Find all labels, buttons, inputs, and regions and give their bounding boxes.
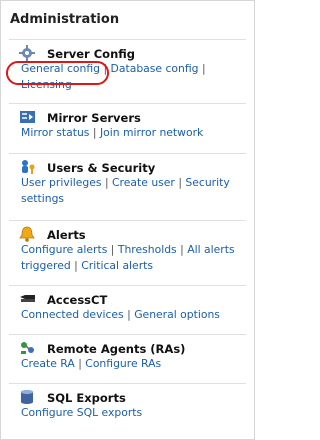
section-links: Create RA | Configure RAs xyxy=(21,356,243,372)
device-icon xyxy=(19,291,37,307)
link-general-config[interactable]: General config xyxy=(21,62,100,75)
remote-agents-icon xyxy=(19,340,37,356)
link-create-ra[interactable]: Create RA xyxy=(21,357,75,370)
link-separator: | xyxy=(104,176,109,189)
section-links: User privileges | Create user | Security… xyxy=(21,175,243,207)
mirror-servers-icon xyxy=(19,109,37,125)
section-title-sql-exports: SQL Exports xyxy=(47,391,126,405)
section-title-server-config: Server Config xyxy=(47,47,136,61)
section-links: Configure SQL exports xyxy=(21,405,243,421)
link-configure-ras[interactable]: Configure RAs xyxy=(85,357,161,370)
section-title-alerts: Alerts xyxy=(47,228,86,242)
link-configure-alerts[interactable]: Configure alerts xyxy=(21,243,107,256)
gear-icon xyxy=(19,45,37,61)
link-mirror-status[interactable]: Mirror status xyxy=(21,126,89,139)
link-thresholds[interactable]: Thresholds xyxy=(118,243,177,256)
user-key-icon xyxy=(19,159,37,175)
link-join-mirror-network[interactable]: Join mirror network xyxy=(100,126,203,139)
section-alerts: Alerts Configure alerts | Thresholds | A… xyxy=(9,220,246,283)
section-mirror-servers: Mirror Servers Mirror status | Join mirr… xyxy=(9,103,246,152)
link-connected-devices[interactable]: Connected devices xyxy=(21,308,124,321)
section-links: Connected devices | General options xyxy=(21,307,243,323)
link-separator: | xyxy=(201,62,206,75)
link-separator: | xyxy=(78,357,82,370)
link-separator: | xyxy=(178,176,182,189)
link-create-user[interactable]: Create user xyxy=(112,176,175,189)
panel-title: Administration xyxy=(10,12,120,27)
section-links: Mirror status | Join mirror network xyxy=(21,125,243,141)
link-database-config[interactable]: Database config xyxy=(111,62,199,75)
section-title-mirror-servers: Mirror Servers xyxy=(47,111,141,125)
link-licensing[interactable]: Licensing xyxy=(21,78,72,91)
link-configure-sql-exports[interactable]: Configure SQL exports xyxy=(21,406,142,419)
link-separator: | xyxy=(74,259,78,272)
link-user-privileges[interactable]: User privileges xyxy=(21,176,102,189)
section-sql-exports: SQL Exports Configure SQL exports xyxy=(9,383,246,432)
link-separator: | xyxy=(92,126,97,139)
link-critical-alerts[interactable]: Critical alerts xyxy=(81,259,153,272)
section-accessct: AccessCT Connected devices | General opt… xyxy=(9,285,246,332)
section-remote-agents: Remote Agents (RAs) Create RA | Configur… xyxy=(9,334,246,381)
link-separator: | xyxy=(127,308,131,321)
section-title-remote-agents: Remote Agents (RAs) xyxy=(47,342,186,356)
section-users-security: Users & Security User privileges | Creat… xyxy=(9,153,246,216)
section-title-accessct: AccessCT xyxy=(47,293,108,307)
section-title-users-security: Users & Security xyxy=(47,161,156,175)
section-links: General config | Database config | Licen… xyxy=(21,61,243,93)
link-general-options[interactable]: General options xyxy=(134,308,220,321)
bell-icon xyxy=(19,226,37,242)
link-separator: | xyxy=(103,62,108,75)
link-separator: | xyxy=(180,243,184,256)
administration-panel: Administration Server Config General con… xyxy=(0,0,255,440)
link-separator: | xyxy=(110,243,115,256)
section-links: Configure alerts | Thresholds | All aler… xyxy=(21,242,243,274)
section-server-config: Server Config General config | Database … xyxy=(9,39,246,100)
database-icon xyxy=(19,389,37,405)
